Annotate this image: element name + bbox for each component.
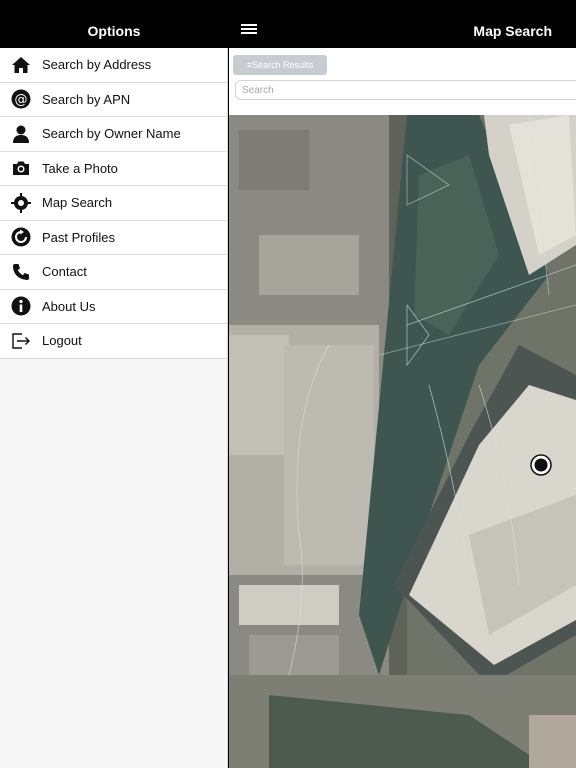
location-marker-icon[interactable]	[530, 454, 552, 476]
sidebar-item-search-by-address[interactable]: Search by Address	[0, 48, 227, 83]
info-icon	[0, 289, 42, 323]
sidebar-item-label: Map Search	[42, 195, 113, 211]
sidebar-item-label: Past Profiles	[42, 229, 115, 245]
phone-icon	[0, 255, 42, 289]
logout-icon	[0, 324, 42, 358]
search-input[interactable]	[235, 80, 576, 100]
sidebar-item-label: Contact	[42, 264, 87, 280]
person-icon	[0, 117, 42, 151]
svg-text:@: @	[15, 93, 28, 108]
sidebar-item-label: Take a Photo	[42, 160, 118, 176]
map-panel: ≡Search Results	[229, 48, 576, 768]
options-title: Options	[87, 23, 141, 39]
sidebar-item-search-by-owner-name[interactable]: Search by Owner Name	[0, 117, 227, 152]
hamburger-icon[interactable]	[236, 22, 262, 40]
sidebar-item-label: Search by Address	[42, 57, 152, 73]
sidebar-item-about-us[interactable]: About Us	[0, 289, 227, 324]
at-icon: @	[0, 82, 42, 116]
home-icon	[0, 48, 42, 82]
sidebar-item-past-profiles[interactable]: Past Profiles	[0, 220, 227, 255]
sidebar-item-label: Search by APN	[42, 91, 131, 107]
sidebar-item-label: Logout	[42, 333, 82, 349]
sidebar-item-take-a-photo[interactable]: Take a Photo	[0, 151, 227, 186]
sidebar-item-map-search[interactable]: Map Search	[0, 186, 227, 221]
sidebar-item-contact[interactable]: Contact	[0, 255, 227, 290]
satellite-map[interactable]	[229, 115, 576, 768]
sidebar-item-logout[interactable]: Logout	[0, 324, 227, 359]
sidebar-item-search-by-apn[interactable]: @ Search by APN	[0, 82, 227, 117]
crosshair-icon	[0, 186, 42, 220]
camera-icon	[0, 151, 42, 185]
map-search-title: Map Search	[473, 23, 552, 39]
search-results-button[interactable]: ≡Search Results	[233, 55, 327, 75]
sidebar-item-label: About Us	[42, 298, 96, 314]
sidebar-item-label: Search by Owner Name	[42, 126, 181, 142]
options-sidebar: Search by Address @ Search by APN Search…	[0, 48, 228, 768]
refresh-icon	[0, 220, 42, 254]
top-bar: Options Map Search	[0, 0, 576, 48]
